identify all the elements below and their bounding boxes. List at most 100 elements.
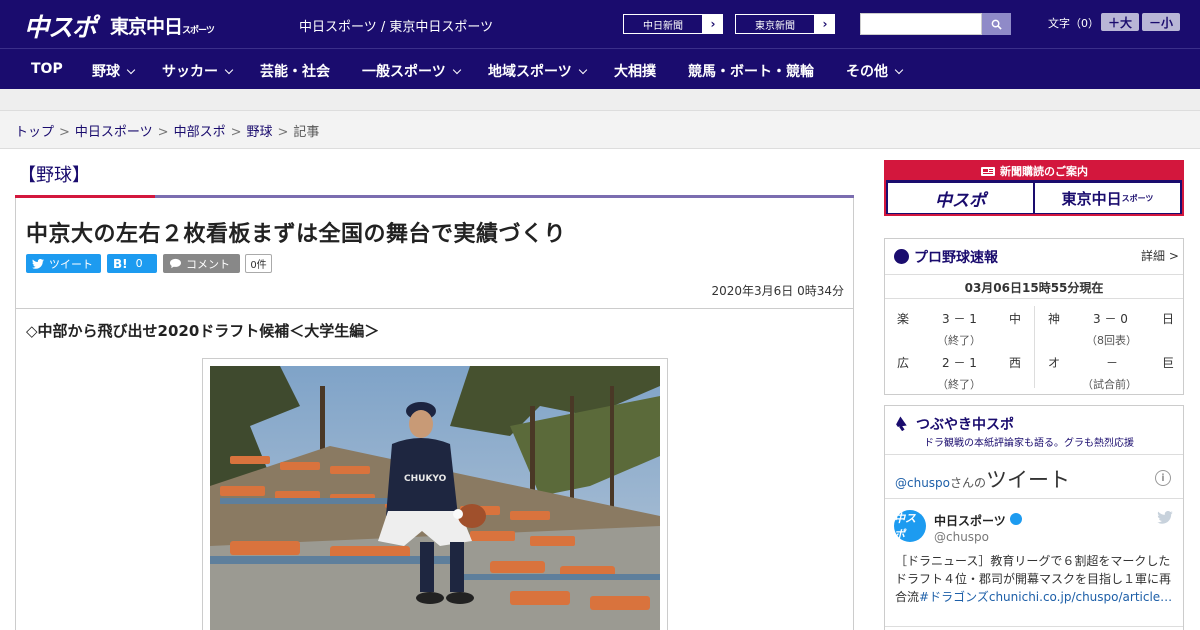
tweet-button[interactable]: ツイート (26, 254, 101, 273)
tweet-hashtag[interactable]: #ドラゴンズ (919, 590, 989, 604)
breadcrumb-separator: > (157, 125, 169, 140)
divider (885, 298, 1183, 299)
chevron-right-icon: › (710, 17, 716, 31)
tweet-handle-link[interactable]: @chuspo (895, 476, 950, 490)
ad-tokyo-small: スポーツ (1121, 193, 1154, 203)
hatena-bookmark-button[interactable]: B! 0 (107, 254, 157, 273)
nav-item-top[interactable]: TOP (31, 61, 63, 77)
tokyo-chunichi-logo[interactable]: 東京中日スポーツ (110, 12, 215, 39)
tweet-link[interactable]: chunichi.co.jp/chuspo/article… (989, 590, 1172, 604)
chevron-down-icon (126, 65, 136, 75)
chevron-right-icon: › (822, 17, 828, 31)
nav-item-other[interactable]: その他 (846, 61, 904, 81)
article-headline: 中京大の左右２枚看板まずは全国の舞台で実績づくり (26, 222, 567, 247)
chevron-down-icon (578, 65, 587, 75)
nav-label: TOP (31, 61, 63, 77)
tokyo-shimbun-button[interactable]: 東京新聞 › (734, 13, 836, 35)
game-2-score[interactable]: 3 － 0 (1093, 310, 1128, 327)
font-smaller-button[interactable]: －小 (1142, 13, 1180, 31)
subscription-ad-title: 新聞購読のご案内 (886, 162, 1182, 180)
stadium-photo-illustration: CHUKYO (210, 366, 660, 630)
nav-item-baseball[interactable]: 野球 (92, 61, 136, 81)
font-size-label: 文字（0） (1048, 17, 1099, 30)
nav-label: 大相撲 (614, 64, 656, 80)
font-larger-button[interactable]: ＋大 (1101, 13, 1139, 31)
game-2-home: 神 (1048, 312, 1061, 326)
divider (885, 454, 1183, 455)
chuspo-logo[interactable]: 中スポ (24, 8, 97, 44)
game-4-away: 巨 (1162, 356, 1175, 370)
nav-item-general-sports[interactable]: 一般スポーツ (362, 61, 461, 81)
article-photo[interactable]: CHUKYO (210, 366, 660, 630)
breadcrumb-current: 記事 (293, 125, 320, 140)
tokyo-logo-text: 東京中日 (110, 16, 183, 38)
ad-chuspo-link[interactable]: 中スポ (888, 183, 1033, 213)
tweet-widget-subtitle: ドラ観戦の本紙評論家も語る。グラも熱烈応援 (924, 438, 1134, 449)
breadcrumb: トップ > 中日スポーツ > 中部スポ > 野球 > 記事 (15, 121, 319, 140)
site-links[interactable]: 中日スポーツ / 東京中日スポーツ (299, 16, 493, 35)
game-2-status-text: （8回表） (1086, 334, 1137, 347)
ad-tokyo-chunichi-link[interactable]: 東京中日 スポーツ (1035, 183, 1180, 213)
nav-item-racing[interactable]: 競馬・ボート・競輪 (688, 61, 814, 81)
article-subhead: ◇中部から飛び出せ2020ドラフト候補＜大学生編＞ (26, 322, 380, 340)
megaphone-icon (896, 416, 907, 431)
game-1-score[interactable]: 3 － 1 (942, 310, 977, 327)
chunichi-shimbun-button[interactable]: 中日新聞 › (622, 13, 724, 35)
search-input[interactable] (860, 13, 982, 35)
subscription-ad[interactable]: 新聞購読のご案内 中スポ 東京中日 スポーツ (884, 160, 1184, 216)
chunichi-shimbun-label: 中日新聞 (623, 14, 703, 34)
nav-item-sumo[interactable]: 大相撲 (614, 61, 656, 81)
twitter-bird-icon[interactable] (1157, 511, 1173, 524)
comment-count: 0件 (245, 254, 272, 273)
twitter-bird-icon (32, 258, 44, 269)
game-2-away: 日 (1162, 312, 1175, 326)
breadcrumb-chubu-spo[interactable]: 中部スポ (174, 125, 226, 140)
game-1-away: 中 (1009, 312, 1022, 326)
hatena-count: 0 (135, 257, 143, 270)
tweet-heading: ツイート (986, 468, 1071, 492)
search-icon (991, 19, 1002, 30)
nav-label: 一般スポーツ (362, 64, 446, 80)
pro-baseball-title: プロ野球速報 (914, 250, 998, 266)
verified-badge-icon (1010, 513, 1022, 525)
comment-button[interactable]: コメント (163, 254, 240, 273)
divider (885, 626, 1183, 627)
nav-item-local-sports[interactable]: 地域スポーツ (488, 61, 587, 81)
game-3-score[interactable]: 2 － 1 (942, 354, 977, 371)
breadcrumb-baseball[interactable]: 野球 (247, 125, 273, 140)
tweet-label: ツイート (49, 257, 93, 271)
search-button[interactable] (982, 13, 1011, 35)
divider (885, 498, 1183, 499)
game-4-score[interactable]: － (1106, 354, 1118, 371)
ad-title-text: 新聞購読のご案内 (1000, 165, 1088, 178)
breadcrumb-separator: > (230, 125, 242, 140)
chevron-down-icon (452, 65, 461, 75)
nav-label: その他 (846, 64, 888, 80)
tweet-handle-suffix: さんの (950, 476, 987, 490)
tweet-author-id[interactable]: @chuspo (934, 530, 989, 544)
tweet-widget-title: つぶやき中スポ (916, 417, 1014, 433)
nav-item-soccer[interactable]: サッカー (162, 61, 234, 81)
breadcrumb-separator: > (59, 125, 70, 140)
breadcrumb-top[interactable]: トップ (15, 125, 54, 140)
tweet-author-name[interactable]: 中日スポーツ (934, 512, 1006, 529)
tokyo-logo-small: スポーツ (182, 26, 215, 36)
nav-label: 地域スポーツ (488, 64, 572, 80)
chevron-down-icon (224, 65, 234, 75)
game-3-status-text: （終了） (937, 378, 981, 391)
breadcrumb-separator: > (277, 125, 289, 140)
speech-bubble-icon (170, 258, 181, 269)
nav-label: 競馬・ボート・競輪 (688, 64, 814, 80)
baseball-detail-link[interactable]: 詳細 > (1141, 247, 1179, 264)
breadcrumb-chunichi-sports[interactable]: 中日スポーツ (75, 125, 153, 140)
baseball-icon (894, 249, 909, 264)
info-icon[interactable]: i (1155, 470, 1171, 486)
nav-label: サッカー (162, 64, 218, 80)
ad-strip (0, 89, 1200, 111)
chevron-down-icon (894, 65, 904, 75)
game-3-home: 広 (897, 356, 910, 370)
avatar[interactable]: 中スポ (894, 510, 926, 542)
article-divider (16, 308, 853, 309)
nav-item-entertainment[interactable]: 芸能・社会 (260, 61, 330, 81)
jersey-text: CHUKYO (404, 474, 447, 484)
